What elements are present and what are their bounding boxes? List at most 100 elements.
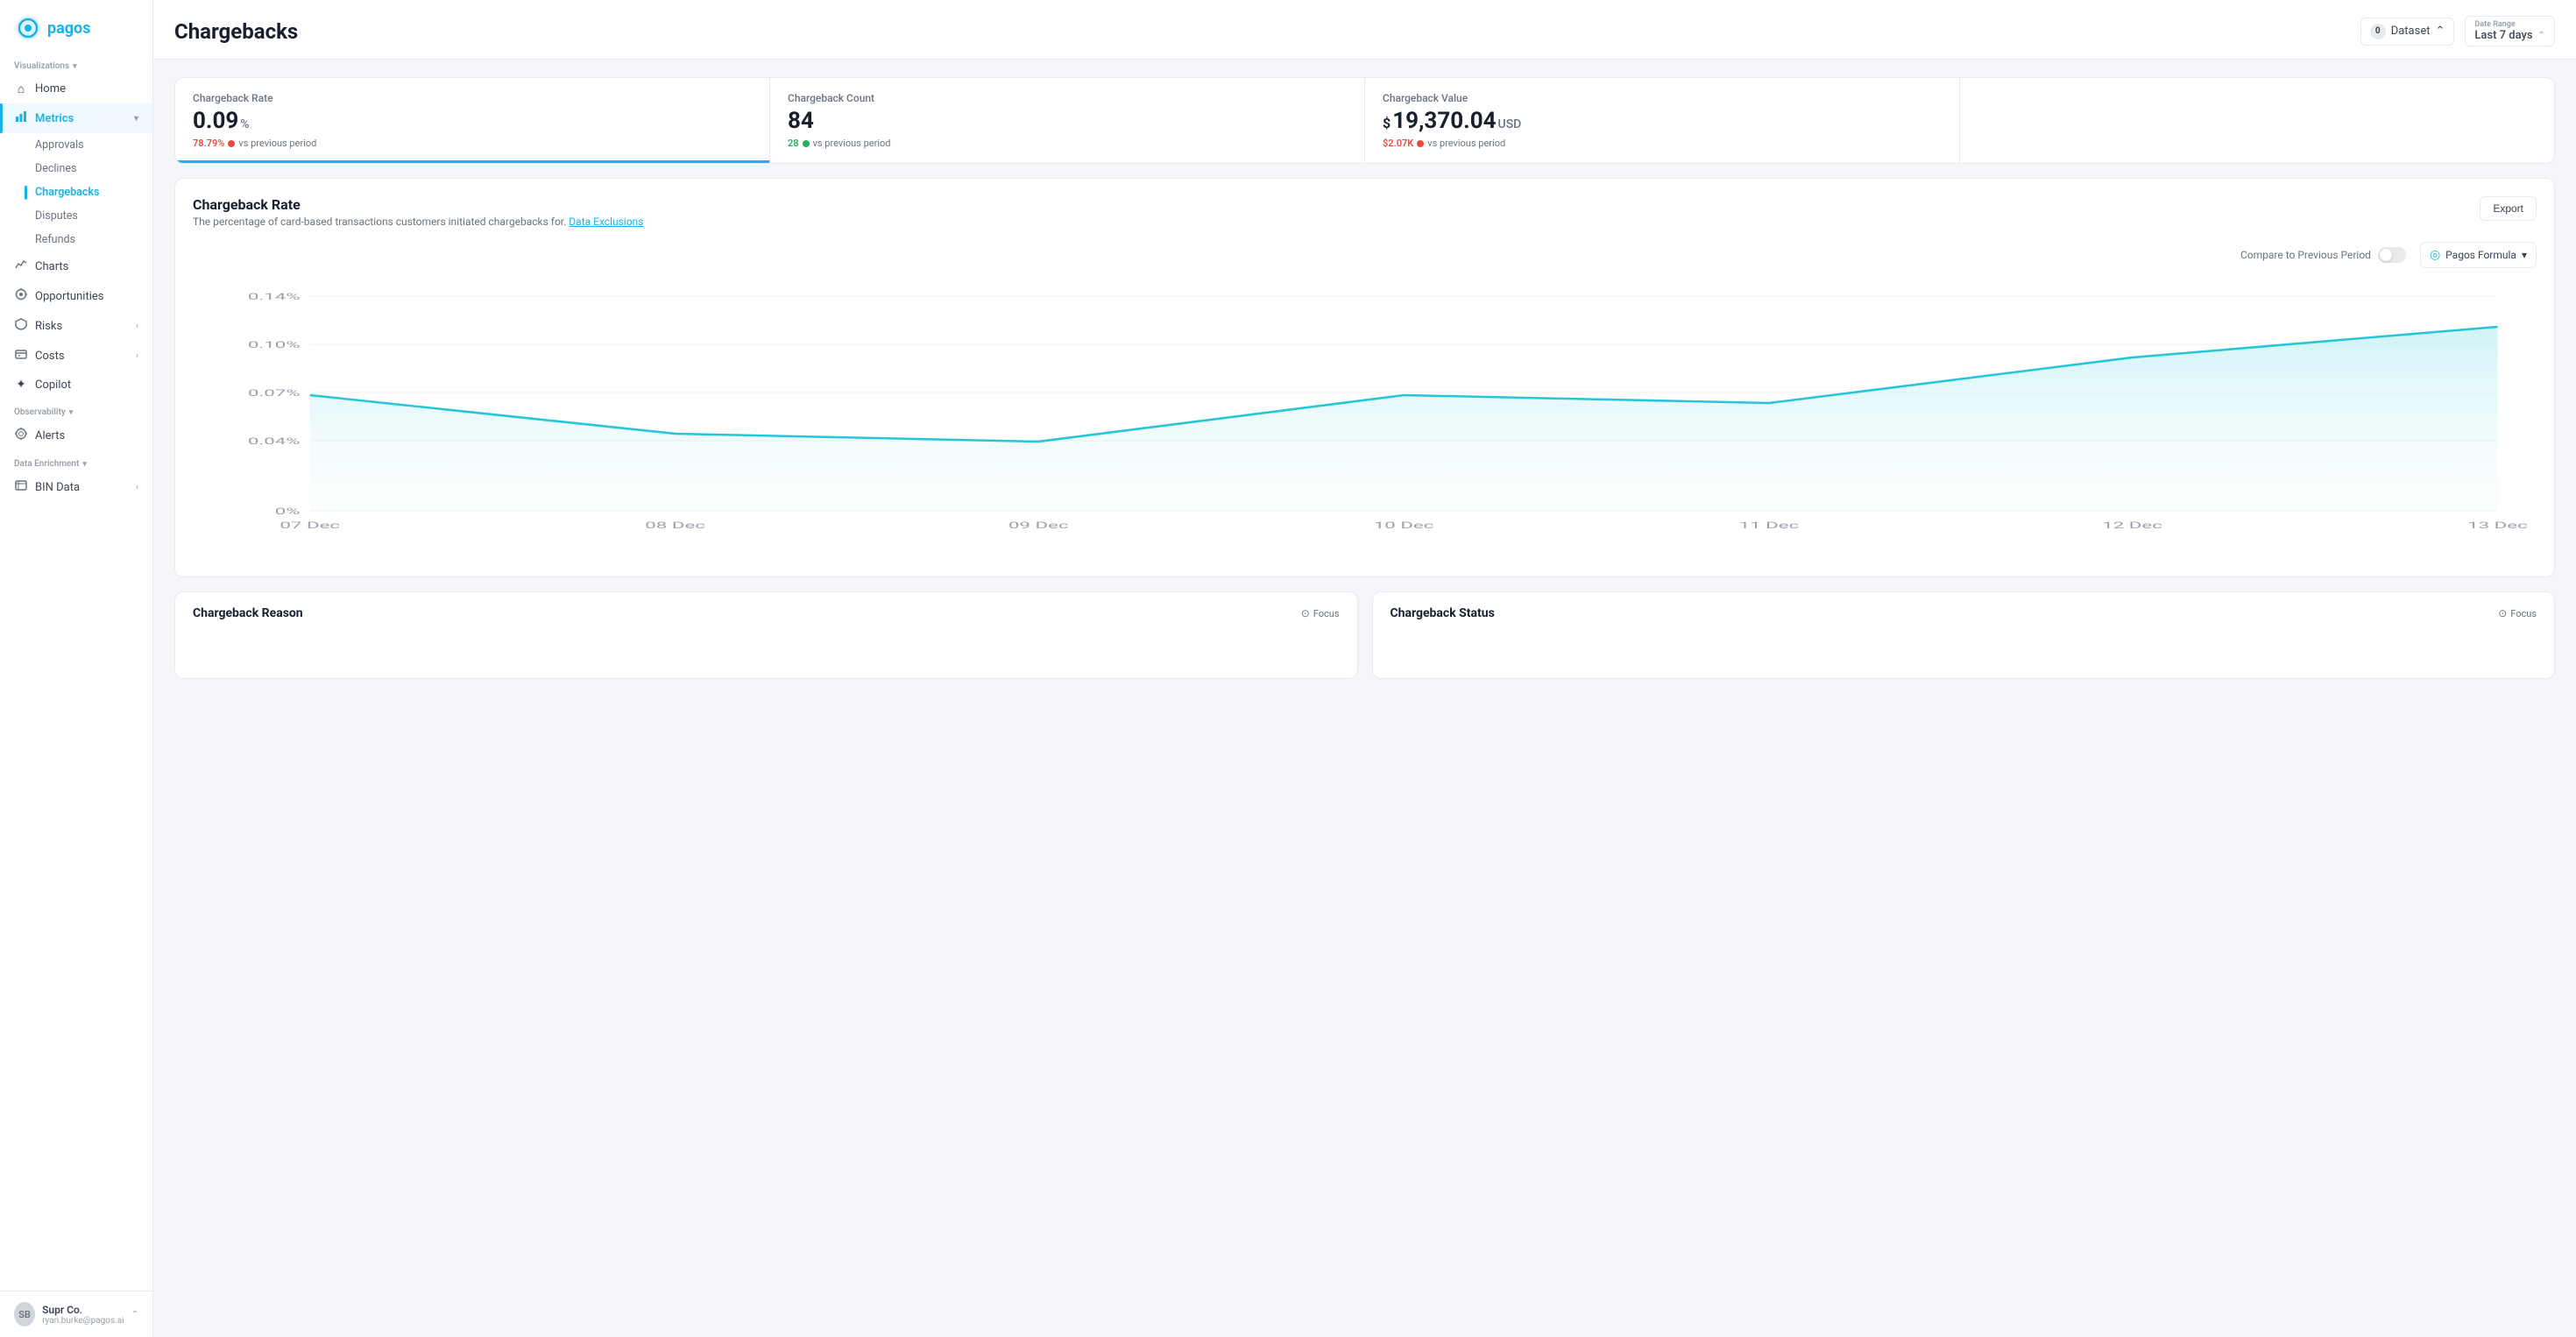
export-button[interactable]: Export [2480, 196, 2537, 221]
date-range-control[interactable]: Date Range Last 7 days ⌃ [2465, 16, 2555, 46]
focus-icon-2: ⊙ [2498, 607, 2507, 619]
compare-toggle-switch[interactable] [2378, 247, 2406, 263]
sidebar-item-alerts[interactable]: Alerts [0, 421, 152, 450]
avatar: SB [14, 1302, 35, 1326]
visualizations-section[interactable]: Visualizations ▾ [0, 53, 152, 74]
approvals-label: Approvals [35, 138, 84, 152]
y-label-2: 0.04% [248, 436, 301, 447]
sidebar-item-home[interactable]: ⌂ Home [0, 74, 152, 103]
sidebar-item-opportunities[interactable]: Opportunities [0, 281, 152, 311]
chart-controls: Export [2480, 196, 2537, 221]
risks-chevron: › [136, 322, 138, 331]
x-label-7: 13 Dec [2467, 520, 2528, 531]
declines-label: Declines [35, 162, 76, 175]
dataset-control[interactable]: 0 Dataset ⌃ [2360, 18, 2455, 46]
chart-header: Chargeback Rate The percentage of card-b… [193, 196, 2537, 228]
kpi-empty [1960, 78, 2554, 163]
kpi-section: Chargeback Rate 0.09% 78.79% vs previous… [174, 77, 2555, 164]
chart-subtitle: The percentage of card-based transaction… [193, 216, 643, 228]
sidebar-item-label: Home [35, 82, 66, 96]
dataset-badge: 0 [2370, 24, 2386, 39]
sidebar-item-charts[interactable]: Charts [0, 251, 152, 281]
compare-toggle-label: Compare to Previous Period [2240, 249, 2371, 261]
sidebar: pagos Visualizations ▾ ⌂ Home Metrics ▾ … [0, 0, 153, 1337]
charts-icon [14, 258, 28, 274]
observability-chevron: ▾ [69, 408, 74, 417]
chart-section: Chargeback Rate The percentage of card-b… [174, 178, 2555, 577]
sidebar-item-risks[interactable]: Risks › [0, 311, 152, 341]
metrics-chevron: ▾ [134, 114, 138, 124]
x-label-6: 12 Dec [2102, 520, 2162, 531]
chart-area: 0.14% 0.10% 0.07% 0.04% 0% [193, 279, 2537, 559]
visualizations-label: Visualizations [14, 61, 69, 71]
sidebar-item-bin-data[interactable]: BIN Data › [0, 472, 152, 502]
data-enrichment-chevron: ▾ [82, 460, 87, 469]
kpi-count-delta: 28 vs previous period [788, 138, 1347, 149]
main-content: Chargebacks 0 Dataset ⌃ Date Range Last … [153, 0, 2576, 1337]
chargeback-reason-card: Chargeback Reason ⊙ Focus [174, 591, 1358, 679]
sidebar-sub-approvals[interactable]: Approvals [0, 133, 152, 157]
kpi-value-delta-dot [1417, 140, 1424, 147]
dataset-label: Dataset [2391, 25, 2431, 38]
chargeback-status-focus[interactable]: ⊙ Focus [2498, 607, 2537, 619]
opportunities-icon [14, 288, 28, 304]
kpi-count-delta-text: vs previous period [813, 138, 891, 149]
bin-data-label: BIN Data [35, 481, 80, 494]
x-label-4: 10 Dec [1374, 520, 1434, 531]
metrics-icon [14, 110, 28, 126]
alerts-icon [14, 428, 28, 443]
kpi-count-value: 84 [788, 108, 1347, 134]
alerts-label: Alerts [35, 429, 65, 442]
kpi-chargeback-value[interactable]: Chargeback Value $19,370.04USD $2.07K vs… [1365, 78, 1960, 163]
chart-title-group: Chargeback Rate The percentage of card-b… [193, 196, 643, 228]
footer-email: ryan.burke@pagos.ai [42, 1316, 124, 1326]
risks-label: Risks [35, 320, 62, 333]
sidebar-footer[interactable]: SB Supr Co. ryan.burke@pagos.ai ⌃ [0, 1291, 152, 1337]
refunds-label: Refunds [35, 233, 75, 246]
sidebar-sub-declines[interactable]: Declines [0, 157, 152, 180]
kpi-chargeback-rate[interactable]: Chargeback Rate 0.09% 78.79% vs previous… [175, 78, 770, 163]
sidebar-item-metrics[interactable]: Metrics ▾ [0, 103, 152, 133]
sidebar-item-copilot[interactable]: ✦ Copilot [0, 371, 152, 399]
kpi-value-delta-value: $2.07K [1383, 138, 1413, 149]
date-range-chevron: ⌃ [2538, 31, 2545, 40]
kpi-rate-delta-value: 78.79% [193, 138, 224, 149]
chargeback-reason-title: Chargeback Reason [193, 606, 303, 620]
dataset-chevron: ⌃ [2436, 25, 2445, 38]
sidebar-item-costs[interactable]: Costs › [0, 341, 152, 371]
kpi-rate-delta-text: vs previous period [238, 138, 316, 149]
chargeback-status-title: Chargeback Status [1391, 606, 1495, 620]
page-header: Chargebacks 0 Dataset ⌃ Date Range Last … [153, 0, 2576, 60]
costs-label: Costs [35, 350, 65, 363]
kpi-value-delta: $2.07K vs previous period [1383, 138, 1942, 149]
x-label-2: 08 Dec [645, 520, 705, 531]
kpi-count-label: Chargeback Count [788, 92, 1347, 104]
formula-button[interactable]: ◎ Pagos Formula ▾ [2420, 242, 2537, 268]
focus-icon-1: ⊙ [1301, 607, 1310, 619]
observability-section[interactable]: Observability ▾ [0, 399, 152, 421]
bottom-section: Chargeback Reason ⊙ Focus Chargeback Sta… [174, 591, 2555, 679]
chart-title: Chargeback Rate [193, 196, 643, 213]
kpi-count-delta-dot [803, 140, 810, 147]
sidebar-sub-refunds[interactable]: Refunds [0, 228, 152, 251]
x-label-1: 07 Dec [280, 520, 340, 531]
sidebar-sub-chargebacks[interactable]: Chargebacks [0, 180, 152, 204]
page-title: Chargebacks [174, 19, 298, 44]
y-label-4: 0.10% [248, 340, 301, 350]
copilot-icon: ✦ [14, 378, 28, 392]
kpi-rate-label: Chargeback Rate [193, 92, 752, 104]
data-exclusions-link[interactable]: Data Exclusions [569, 216, 643, 228]
home-icon: ⌂ [14, 81, 28, 96]
footer-chevron: ⌃ [131, 1310, 138, 1319]
kpi-chargeback-count[interactable]: Chargeback Count 84 28 vs previous perio… [770, 78, 1365, 163]
chargeback-reason-focus[interactable]: ⊙ Focus [1301, 607, 1340, 619]
y-label-5: 0.14% [248, 292, 301, 302]
y-label-1: 0% [275, 506, 301, 517]
kpi-count-delta-value: 28 [788, 138, 799, 149]
chargeback-status-card: Chargeback Status ⊙ Focus [1372, 591, 2556, 679]
logo[interactable]: pagos [0, 0, 152, 53]
logo-text: pagos [47, 19, 90, 38]
sidebar-sub-disputes[interactable]: Disputes [0, 204, 152, 228]
data-enrichment-section[interactable]: Data Enrichment ▾ [0, 450, 152, 472]
y-label-3: 0.07% [248, 388, 301, 399]
